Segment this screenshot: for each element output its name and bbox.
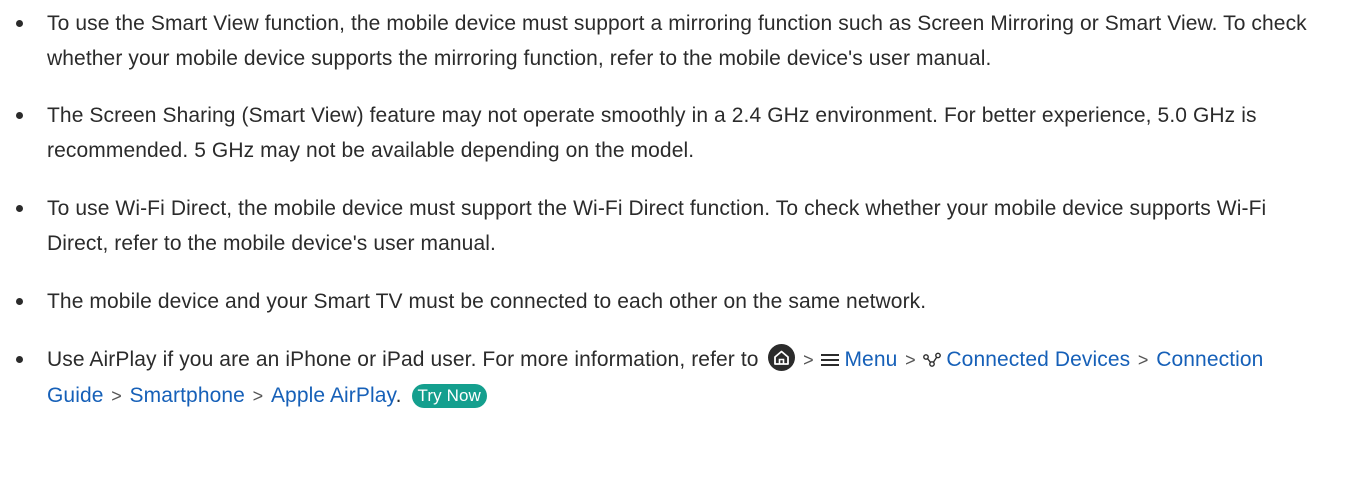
note-text: Use AirPlay if you are an iPhone or iPad…: [47, 348, 759, 371]
note-text: To use the Smart View function, the mobi…: [47, 12, 1307, 70]
path-separator: >: [803, 350, 814, 370]
end-punctuation: .: [395, 384, 402, 407]
path-link-smartphone[interactable]: Smartphone: [130, 384, 245, 407]
home-icon[interactable]: [768, 344, 796, 371]
note-text: To use Wi-Fi Direct, the mobile device m…: [47, 197, 1267, 255]
menu-label: Menu: [844, 348, 898, 371]
note-text: The Screen Sharing (Smart View) feature …: [47, 104, 1257, 162]
note-text: The mobile device and your Smart TV must…: [47, 290, 927, 313]
list-item: The Screen Sharing (Smart View) feature …: [0, 98, 1365, 168]
try-now-button[interactable]: Try Now: [411, 384, 487, 408]
list-item: To use Wi-Fi Direct, the mobile device m…: [0, 191, 1365, 261]
connected-devices-label: Connected Devices: [946, 348, 1131, 371]
list-item: To use the Smart View function, the mobi…: [0, 6, 1365, 76]
menu-icon: [821, 354, 840, 366]
list-item: Use AirPlay if you are an iPhone or iPad…: [0, 342, 1365, 414]
path-separator: >: [111, 386, 122, 406]
path-separator: >: [1137, 350, 1149, 370]
connected-devices-icon: [923, 352, 942, 367]
notes-list: To use the Smart View function, the mobi…: [0, 0, 1365, 414]
path-link-menu[interactable]: Menu: [821, 348, 897, 371]
path-link-connected-devices[interactable]: Connected Devices: [923, 348, 1130, 371]
list-item: The mobile device and your Smart TV must…: [0, 284, 1365, 319]
path-separator: >: [252, 386, 264, 406]
path-link-apple-airplay[interactable]: Apple AirPlay: [271, 384, 396, 407]
path-separator: >: [905, 350, 916, 370]
